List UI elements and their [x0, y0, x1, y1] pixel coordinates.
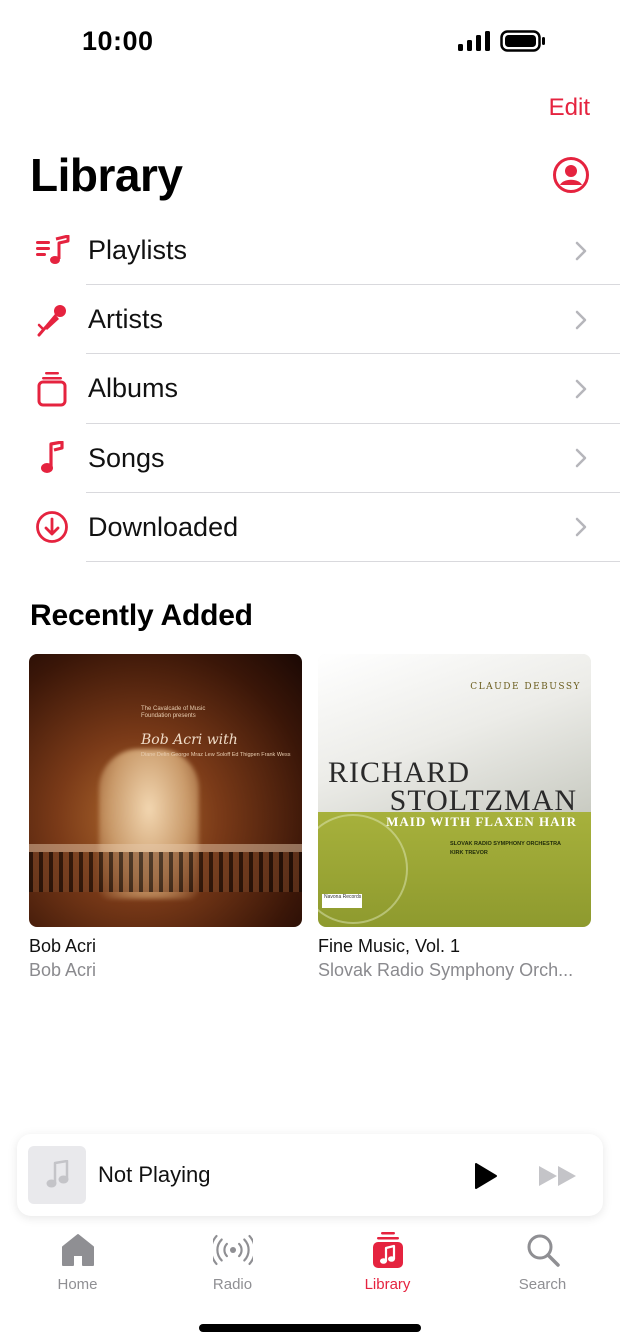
cover-orchestra-line: SLOVAK RADIO SYMPHONY ORCHESTRA	[450, 841, 562, 847]
cover-orchestra-text: SLOVAK RADIO SYMPHONY ORCHESTRA KIRK TRE…	[450, 840, 561, 858]
menu-item-songs[interactable]: Songs	[0, 424, 620, 493]
status-bar: 10:00	[0, 0, 620, 84]
album-artist: Slovak Radio Symphony Orch...	[318, 960, 574, 980]
cover-label-logo: Navona Records	[322, 894, 362, 908]
album-title: Bob Acri	[29, 936, 97, 956]
page-title: Library	[30, 149, 183, 201]
mini-player[interactable]: Not Playing	[17, 1134, 603, 1216]
tab-label: Library	[364, 1276, 411, 1293]
menu-item-playlists[interactable]: Playlists	[0, 216, 620, 286]
mini-player-artwork	[28, 1146, 86, 1204]
microphone-icon	[32, 300, 72, 340]
menu-item-label: Albums	[88, 373, 179, 404]
tab-radio[interactable]: Radio	[155, 1230, 310, 1300]
music-note-placeholder-icon	[46, 1160, 69, 1188]
chevron-right-icon	[575, 518, 587, 537]
album-title: Fine Music, Vol. 1	[318, 936, 461, 956]
album-card[interactable]: The Cavalcade of Music Foundation presen…	[29, 654, 302, 981]
music-note-icon	[32, 438, 72, 478]
album-cover[interactable]: CLAUDE DEBUSSY RICHARD STOLTZMAN MAID WI…	[318, 654, 591, 927]
library-icon	[368, 1230, 408, 1270]
tab-label: Search	[518, 1276, 567, 1293]
cover-credits-text: Diane Delin George Mraz Lew Soloff Ed Th…	[141, 752, 291, 758]
download-circle-icon	[32, 507, 72, 547]
person-circle-icon	[553, 157, 589, 193]
cover-name-line2: STOLTZMAN	[389, 784, 577, 817]
menu-item-label: Playlists	[88, 235, 188, 266]
library-menu: Playlists Artists Albums Songs Downloade…	[0, 216, 620, 562]
chevron-right-icon	[575, 448, 587, 468]
edit-button[interactable]: Edit	[549, 94, 590, 122]
play-icon[interactable]	[471, 1162, 499, 1190]
menu-item-label: Downloaded	[88, 511, 239, 542]
cover-piano	[29, 844, 302, 852]
menu-item-downloaded[interactable]: Downloaded	[0, 493, 620, 562]
recently-added-title: Recently Added	[30, 599, 253, 632]
album-artist: Bob Acri	[29, 960, 97, 980]
menu-item-label: Songs	[88, 442, 165, 473]
radio-broadcast-icon	[212, 1230, 253, 1270]
status-time: 10:00	[82, 26, 154, 56]
menu-item-albums[interactable]: Albums	[0, 354, 620, 424]
separator	[86, 560, 620, 562]
account-button[interactable]	[552, 156, 590, 194]
cover-composer-text: CLAUDE DEBUSSY	[470, 682, 581, 692]
tab-home[interactable]: Home	[0, 1230, 155, 1300]
battery-icon	[500, 30, 545, 52]
cover-conductor-line: KIRK TREVOR	[450, 850, 488, 856]
album-stack-icon	[32, 369, 72, 409]
forward-icon[interactable]	[537, 1164, 579, 1188]
search-icon	[523, 1230, 563, 1270]
tab-label: Radio	[212, 1276, 253, 1293]
mini-player-title: Not Playing	[98, 1162, 211, 1187]
cover-presenter-text: The Cavalcade of Music Foundation presen…	[141, 706, 206, 719]
tab-bar-items: Home Radio Library Search	[0, 1230, 620, 1300]
home-indicator	[199, 1324, 421, 1332]
album-card[interactable]: CLAUDE DEBUSSY RICHARD STOLTZMAN MAID WI…	[318, 654, 591, 981]
chevron-right-icon	[575, 379, 587, 399]
cover-keys	[29, 852, 302, 892]
chevron-right-icon	[575, 310, 587, 330]
menu-item-artists[interactable]: Artists	[0, 285, 620, 355]
chevron-right-icon	[575, 241, 587, 260]
album-cover[interactable]: The Cavalcade of Music Foundation presen…	[29, 654, 302, 927]
menu-item-label: Artists	[88, 304, 164, 335]
cover-subtitle: MAID WITH FLAXEN HAIR	[386, 814, 577, 829]
cover-artist-text: Bob Acri with	[141, 732, 238, 748]
status-icons	[458, 30, 546, 52]
cellular-signal-icon	[458, 31, 490, 51]
tab-search[interactable]: Search	[465, 1230, 620, 1300]
tab-label: Home	[57, 1276, 98, 1293]
home-icon	[58, 1230, 98, 1270]
tab-library[interactable]: Library	[310, 1230, 465, 1300]
playlist-icon	[32, 231, 72, 271]
